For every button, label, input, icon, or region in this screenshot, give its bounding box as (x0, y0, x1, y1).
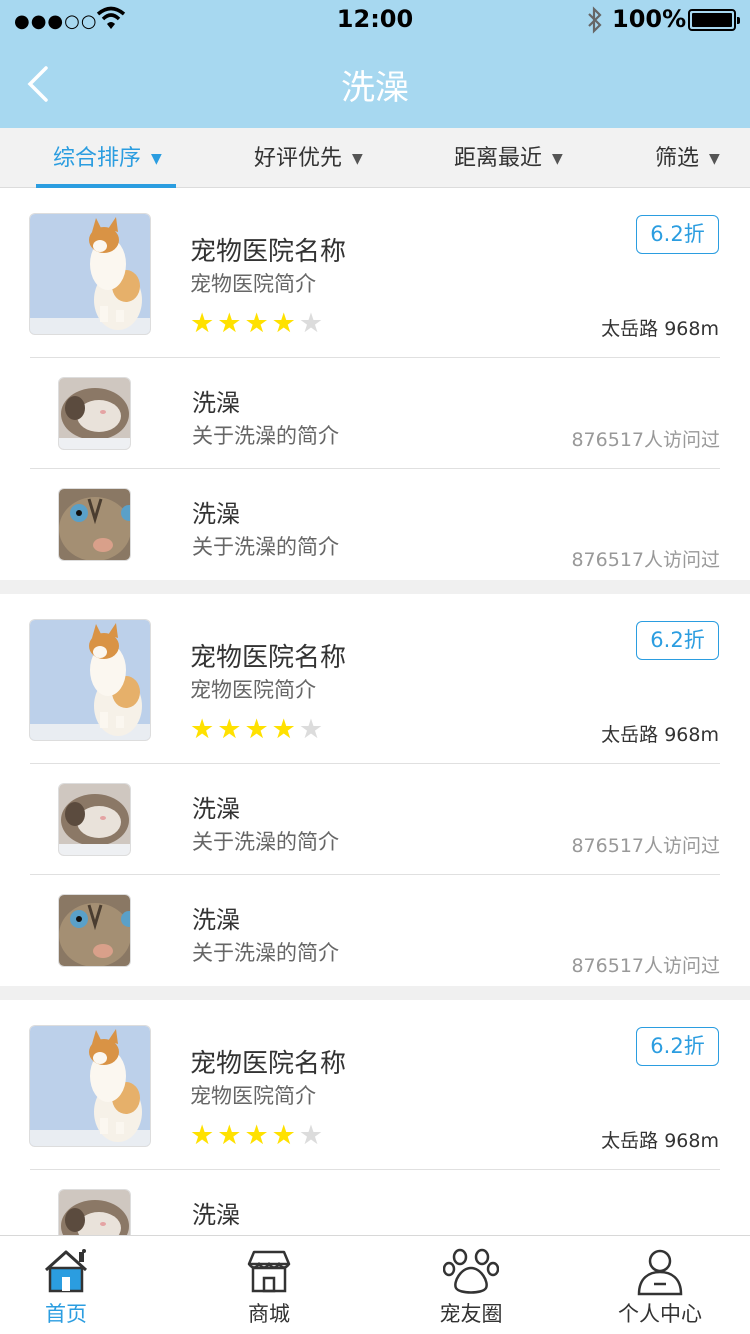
hospital-card[interactable]: 宠物医院名称 宠物医院简介 ★ ★ ★ ★ ★ 6.2折 太岳路 968m 洗澡 (0, 1000, 750, 1235)
hospital-intro: 宠物医院简介 (190, 678, 316, 702)
tab-label: 宠友圈 (439, 1302, 503, 1326)
hospital-header[interactable]: 宠物医院名称 宠物医院简介 ★ ★ ★ ★ ★ 6.2折 太岳路 968m (0, 1000, 750, 1170)
service-photo (58, 783, 131, 856)
service-photo (58, 1189, 131, 1235)
star-icon: ★ (271, 714, 296, 745)
service-item[interactable]: 洗澡 关于洗澡的简介 876517人访问过 (0, 358, 750, 469)
sort-option-default[interactable]: 综合排序 ▼ (53, 128, 162, 188)
sort-option-rating[interactable]: 好评优先 ▼ (254, 128, 363, 188)
star-icon: ★ (217, 714, 242, 745)
tab-label: 首页 (45, 1302, 87, 1326)
star-icon: ★ (244, 1120, 269, 1151)
tab-shop[interactable]: 商城 (219, 1236, 319, 1334)
star-icon: ★ (244, 714, 269, 745)
service-item[interactable]: 洗澡 关于洗澡的简介 876517人访问过 (0, 764, 750, 875)
star-icon: ★ (190, 1120, 215, 1151)
star-icon: ★ (271, 308, 296, 339)
tab-home[interactable]: 首页 (16, 1236, 116, 1334)
service-name: 洗澡 (192, 389, 240, 417)
star-icon: ★ (190, 714, 215, 745)
battery-icon (688, 9, 740, 31)
paw-icon (443, 1248, 499, 1294)
hospital-name: 宠物医院名称 (190, 643, 347, 673)
tab-pet-circle[interactable]: 宠友圈 (421, 1236, 521, 1334)
tab-bar: 首页 商城 宠友圈 个人中心 (0, 1235, 750, 1334)
triangle-down-icon: ▼ (709, 151, 720, 167)
tab-label: 商城 (248, 1302, 290, 1326)
service-name: 洗澡 (192, 795, 240, 823)
visit-count: 876517人访问过 (571, 955, 720, 977)
star-icon: ★ (298, 714, 324, 745)
bluetooth-icon (588, 6, 602, 34)
visit-count: 876517人访问过 (571, 549, 720, 571)
discount-badge: 6.2折 (636, 215, 719, 254)
triangle-down-icon: ▼ (151, 151, 162, 167)
hospital-intro: 宠物医院简介 (190, 1084, 316, 1108)
star-icon: ★ (217, 1120, 242, 1151)
section-gap (0, 580, 750, 594)
sort-option-label: 综合排序 (53, 146, 142, 171)
rating-stars: ★ ★ ★ ★ ★ (190, 716, 326, 743)
person-icon (637, 1249, 683, 1296)
sort-bar: 综合排序 ▼ 好评优先 ▼ 距离最近 ▼ 筛选 ▼ (0, 128, 750, 188)
sort-option-filter[interactable]: 筛选 ▼ (655, 128, 720, 188)
hospital-location: 太岳路 968m (601, 724, 719, 746)
service-name: 洗澡 (192, 500, 240, 528)
hospital-intro: 宠物医院简介 (190, 272, 316, 296)
rating-stars: ★ ★ ★ ★ ★ (190, 1122, 326, 1149)
discount-badge: 6.2折 (636, 621, 719, 660)
star-icon: ★ (271, 1120, 296, 1151)
hospital-list: 宠物医院名称 宠物医院简介 ★ ★ ★ ★ ★ 6.2折 太岳路 968m 洗澡 关于洗… (0, 188, 750, 1235)
visit-count: 876517人访问过 (571, 835, 720, 857)
sort-option-label: 好评优先 (254, 146, 343, 171)
tab-label: 个人中心 (618, 1302, 702, 1326)
hospital-photo (29, 619, 151, 741)
service-name: 洗澡 (192, 1201, 240, 1229)
hospital-photo (29, 213, 151, 335)
service-intro: 关于洗澡的简介 (192, 424, 339, 448)
service-photo (58, 377, 131, 450)
rating-stars: ★ ★ ★ ★ ★ (190, 310, 326, 337)
hospital-location: 太岳路 968m (601, 1130, 719, 1152)
service-intro: 关于洗澡的简介 (192, 830, 339, 854)
service-name: 洗澡 (192, 906, 240, 934)
service-intro: 关于洗澡的简介 (192, 941, 339, 965)
triangle-down-icon: ▼ (352, 151, 363, 167)
hospital-header[interactable]: 宠物医院名称 宠物医院简介 ★ ★ ★ ★ ★ 6.2折 太岳路 968m (0, 188, 750, 358)
battery-percent: 100% (612, 5, 687, 33)
service-photo (58, 488, 131, 561)
hospital-name: 宠物医院名称 (190, 237, 347, 267)
shop-icon (247, 1250, 291, 1293)
star-icon: ★ (190, 308, 215, 339)
service-photo (58, 894, 131, 967)
triangle-down-icon: ▼ (552, 151, 563, 167)
hospital-card[interactable]: 宠物医院名称 宠物医院简介 ★ ★ ★ ★ ★ 6.2折 太岳路 968m 洗澡 关于洗… (0, 594, 750, 986)
home-icon (44, 1249, 88, 1293)
star-icon: ★ (298, 1120, 324, 1151)
star-icon: ★ (217, 308, 242, 339)
sort-option-distance[interactable]: 距离最近 ▼ (454, 128, 563, 188)
tab-profile[interactable]: 个人中心 (610, 1236, 710, 1334)
section-gap (0, 986, 750, 1000)
hospital-header[interactable]: 宠物医院名称 宠物医院简介 ★ ★ ★ ★ ★ 6.2折 太岳路 968m (0, 594, 750, 764)
star-icon: ★ (298, 308, 324, 339)
hospital-name: 宠物医院名称 (190, 1049, 347, 1079)
visit-count: 876517人访问过 (571, 429, 720, 451)
service-item[interactable]: 洗澡 (0, 1170, 750, 1235)
sort-option-label: 筛选 (655, 146, 700, 171)
service-intro: 关于洗澡的简介 (192, 535, 339, 559)
status-bar: ●●●○○ 12:00 100% (0, 0, 750, 40)
hospital-photo (29, 1025, 151, 1147)
page-title: 洗澡 (341, 68, 409, 108)
discount-badge: 6.2折 (636, 1027, 719, 1066)
star-icon: ★ (244, 308, 269, 339)
hospital-location: 太岳路 968m (601, 318, 719, 340)
sort-option-label: 距离最近 (454, 146, 543, 171)
hospital-card[interactable]: 宠物医院名称 宠物医院简介 ★ ★ ★ ★ ★ 6.2折 太岳路 968m 洗澡 关于洗… (0, 188, 750, 580)
service-item[interactable]: 洗澡 关于洗澡的简介 876517人访问过 (0, 875, 750, 986)
service-item[interactable]: 洗澡 关于洗澡的简介 876517人访问过 (0, 469, 750, 580)
nav-bar: 洗澡 (0, 40, 750, 128)
